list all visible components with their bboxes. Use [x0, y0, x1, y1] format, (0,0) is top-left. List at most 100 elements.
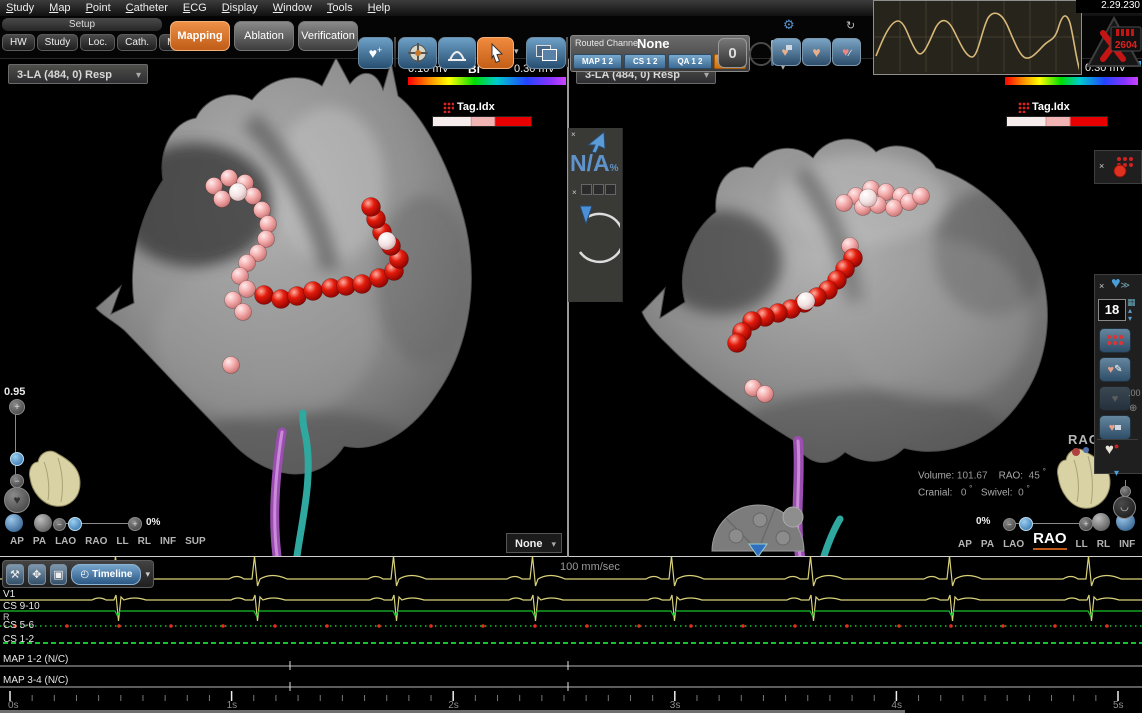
channel-badge[interactable]: MAP 1 2	[573, 54, 622, 69]
tools-button[interactable]: ⚒	[6, 564, 24, 585]
map-point-pink[interactable]	[836, 195, 853, 212]
menu-catheter[interactable]: Catheter	[126, 2, 168, 14]
map-point-pink[interactable]	[757, 386, 774, 403]
system-warning-indicator[interactable]: 2604	[1086, 16, 1142, 68]
menu-point[interactable]: Point	[86, 2, 111, 14]
new-map-button[interactable]: ♥+	[358, 37, 393, 69]
menu-map[interactable]: Map	[49, 2, 70, 14]
trace-label-cs-9-10[interactable]: CS 9-10	[3, 601, 40, 612]
mode-ablation-button[interactable]: Ablation	[234, 21, 294, 51]
zoom-slider-track[interactable]	[15, 414, 16, 476]
orientation-ap[interactable]: AP	[10, 536, 24, 547]
orientation-lao[interactable]: LAO	[55, 536, 76, 547]
beat-button[interactable]: ◡	[1113, 496, 1136, 519]
rotation-gauge[interactable]	[572, 198, 620, 276]
map-point-red[interactable]	[304, 282, 323, 301]
fill-decrease-button[interactable]: −	[1003, 518, 1016, 531]
left-reference-heart[interactable]	[28, 448, 84, 512]
menu-display[interactable]: Display	[222, 2, 258, 14]
setup-tab-hw[interactable]: HW	[2, 34, 35, 51]
zoom-out-button[interactable]: −	[10, 474, 24, 488]
map-point-pink[interactable]	[260, 216, 277, 233]
orientation-pa[interactable]: PA	[33, 536, 46, 547]
menu-study[interactable]: Study	[6, 2, 34, 14]
rotation-dial[interactable]	[712, 505, 804, 556]
option-box[interactable]	[593, 184, 604, 195]
color-scale-bar[interactable]	[408, 77, 566, 85]
map-point-white[interactable]	[378, 232, 396, 250]
color-scale-bar[interactable]	[1005, 77, 1138, 85]
left-map-selector[interactable]: 3-LA (484, 0) Resp ▾	[8, 64, 148, 84]
map-point-red[interactable]	[272, 290, 291, 309]
option-box[interactable]	[605, 184, 616, 195]
flying-heart-icon[interactable]: ♥≫	[1111, 275, 1130, 293]
ecg-preview-window[interactable]	[873, 0, 1082, 75]
show-map-button[interactable]: ♥	[802, 38, 831, 66]
menu-help[interactable]: Help	[368, 2, 391, 14]
erase-map-button[interactable]: ♥	[772, 38, 801, 66]
refresh-icon[interactable]: ↻	[846, 19, 855, 32]
setup-tab-loc[interactable]: Loc.	[80, 34, 115, 51]
trace-label-cs-5-6[interactable]: CS 5-6	[3, 620, 34, 631]
plus-circle-icon[interactable]: ⊕	[1129, 403, 1137, 414]
location-setup-button[interactable]	[398, 37, 437, 69]
trace-label-map-1-2-n-c-[interactable]: MAP 1-2 (N/C)	[3, 654, 68, 665]
orientation-pa[interactable]: PA	[981, 539, 994, 550]
expand-chevron[interactable]: ▾	[781, 63, 785, 72]
ecg-traces[interactable]	[0, 556, 1142, 713]
gray-sphere-button[interactable]	[1092, 513, 1110, 531]
fill-increase-button[interactable]: +	[1079, 517, 1093, 531]
catheter-setup-button[interactable]	[438, 37, 476, 69]
fill-increase-button[interactable]: +	[128, 517, 142, 531]
left-map-viewport[interactable]	[0, 58, 568, 556]
map-point-red[interactable]	[353, 275, 372, 294]
map-point-red[interactable]	[255, 286, 274, 305]
mode-verification-button[interactable]: Verification	[298, 21, 358, 51]
menu-ecg[interactable]: ECG	[183, 2, 207, 14]
close-icon[interactable]: ×	[571, 130, 576, 139]
gray-sphere-button[interactable]	[34, 514, 52, 532]
orientation-sup[interactable]: SUP	[185, 536, 206, 547]
orientation-ll[interactable]: LL	[1076, 539, 1088, 550]
erase-points-button[interactable]: ♥	[1099, 415, 1131, 440]
menu-tools[interactable]: Tools	[327, 2, 353, 14]
orientation-rao[interactable]: RAO	[85, 536, 107, 547]
close-icon[interactable]: ×	[1099, 161, 1104, 171]
spin-down-icon[interactable]: ▾	[1128, 314, 1132, 323]
select-tool-dropdown-chevron[interactable]: ▾	[514, 46, 519, 57]
timeline-button[interactable]: ◴ Timeline	[71, 564, 141, 585]
caliper-button[interactable]: ✥	[28, 564, 46, 585]
fill-slider-thumb[interactable]	[68, 517, 82, 531]
catheter-disconnect-button[interactable]: ♥∕	[832, 38, 861, 66]
dial-knob[interactable]	[783, 507, 803, 527]
edit-points-button[interactable]: ♥✎	[1099, 357, 1131, 382]
show-tags-button[interactable]	[1099, 328, 1131, 353]
map-point-white[interactable]	[797, 292, 815, 310]
setup-tab-study[interactable]: Study	[37, 34, 79, 51]
map-point-white[interactable]	[859, 189, 877, 207]
catheter-teal[interactable]	[824, 519, 840, 556]
gear-icon[interactable]: ⚙	[783, 17, 795, 33]
option-box[interactable]	[581, 184, 592, 195]
empty-connection-slot[interactable]	[749, 42, 773, 66]
save-button[interactable]: ▣	[50, 564, 68, 585]
blue-sphere-button[interactable]	[5, 514, 23, 532]
chevron-down-icon[interactable]: ▾	[145, 569, 150, 580]
zoom-slider-thumb[interactable]	[10, 452, 24, 466]
map-point-white[interactable]	[229, 183, 247, 201]
orientation-inf[interactable]: INF	[1119, 539, 1135, 550]
tag-points-icon[interactable]	[1111, 155, 1137, 179]
close-icon[interactable]: ×	[572, 188, 577, 197]
menu-window[interactable]: Window	[273, 2, 312, 14]
trace-label-v1[interactable]: V1	[3, 589, 15, 600]
panel-chevron-icon[interactable]: ▾	[1114, 468, 1119, 479]
close-icon[interactable]: ×	[1099, 281, 1104, 291]
left-overlay-selector[interactable]: None ▾	[506, 533, 562, 553]
orientation-ll[interactable]: LL	[116, 536, 128, 547]
zoom-in-button[interactable]: +	[9, 399, 25, 415]
orientation-rl[interactable]: RL	[1097, 539, 1110, 550]
map-point-pink[interactable]	[214, 191, 231, 208]
zero-connections-button[interactable]: 0	[718, 38, 747, 68]
tag-index-scale-bar[interactable]	[432, 116, 532, 127]
map-point-red[interactable]	[362, 198, 381, 217]
